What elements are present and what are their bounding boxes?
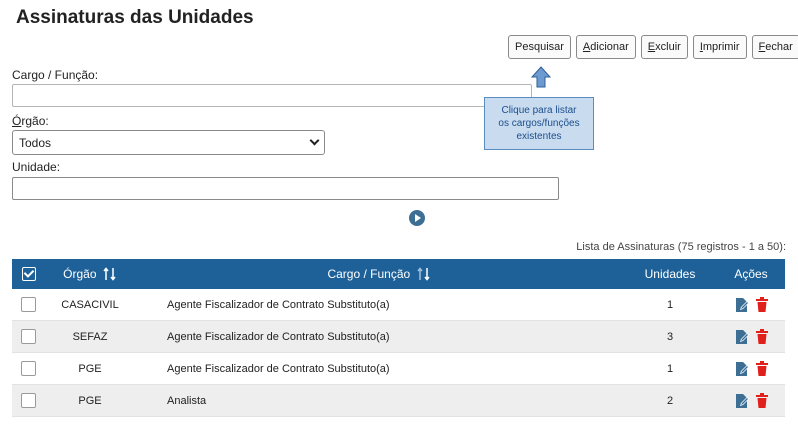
header-orgao[interactable]: Órgão (45, 267, 135, 282)
orgao-select-value: Todos (19, 135, 52, 150)
cargo-label: Cargo / Função: (12, 68, 99, 82)
table-row: PGE Analista 2 (12, 385, 785, 417)
orgao-label: Órgão: (12, 114, 49, 128)
arrow-up-icon (531, 66, 551, 88)
table-row: SEFAZ Agente Fiscalizador de Contrato Su… (12, 321, 785, 353)
orgao-select[interactable]: Todos (12, 130, 325, 155)
play-icon (415, 214, 421, 222)
pesquisar-button[interactable]: Pesquisar (508, 35, 571, 59)
adicionar-button[interactable]: Adicionar (575, 35, 636, 59)
signatures-table: Órgão Cargo / Função Unidades Ações CASA… (12, 259, 785, 417)
toolbar: Pesquisar Adicionar Excluir Imprimir Fec… (508, 35, 798, 59)
tooltip: Clique para listar os cargos/funções exi… (484, 97, 594, 150)
table-row: PGE Agente Fiscalizador de Contrato Subs… (12, 353, 785, 385)
row-orgao: PGE (78, 394, 102, 407)
header-acoes: Ações (734, 267, 768, 281)
edit-icon[interactable] (735, 361, 749, 377)
trash-icon[interactable] (755, 360, 768, 376)
imprimir-button[interactable]: Imprimir (692, 35, 747, 59)
row-checkbox[interactable] (21, 393, 36, 408)
trash-icon[interactable] (755, 296, 768, 312)
row-cargo: Agente Fiscalizador de Contrato Substitu… (167, 330, 390, 343)
cargo-input[interactable] (12, 84, 532, 107)
row-cargo: Agente Fiscalizador de Contrato Substitu… (167, 298, 390, 311)
edit-icon[interactable] (735, 297, 749, 313)
fechar-button[interactable]: Fechar (751, 35, 798, 59)
play-button[interactable] (409, 210, 425, 226)
row-cargo: Agente Fiscalizador de Contrato Substitu… (167, 362, 390, 375)
header-unidades: Unidades (644, 267, 696, 281)
row-orgao: SEFAZ (72, 330, 108, 343)
edit-icon[interactable] (735, 393, 749, 409)
row-checkbox[interactable] (21, 329, 36, 344)
excluir-button[interactable]: Excluir (640, 35, 688, 59)
table-header: Órgão Cargo / Função Unidades Ações (12, 259, 785, 289)
row-unidades: 1 (666, 362, 674, 375)
select-all-checkbox[interactable] (21, 267, 36, 281)
header-cargo[interactable]: Cargo / Função (135, 267, 623, 282)
row-checkbox[interactable] (21, 361, 36, 376)
row-checkbox[interactable] (21, 297, 36, 312)
row-cargo: Analista (167, 394, 207, 407)
row-unidades: 2 (666, 394, 674, 407)
table-row: CASACIVIL Agente Fiscalizador de Contrat… (12, 289, 785, 321)
records-summary: Lista de Assinaturas (75 registros - 1 a… (576, 241, 786, 253)
unidade-input[interactable] (12, 177, 559, 200)
trash-icon[interactable] (755, 328, 768, 344)
sort-arrows-icon[interactable] (416, 267, 431, 282)
chevron-down-icon (309, 135, 320, 146)
row-unidades: 1 (666, 298, 674, 311)
sort-arrows-icon[interactable] (103, 267, 117, 282)
row-orgao: CASACIVIL (61, 298, 119, 311)
row-orgao: PGE (78, 362, 102, 375)
page-title: Assinaturas das Unidades (16, 7, 254, 28)
unidade-label: Unidade: (12, 160, 61, 174)
trash-icon[interactable] (755, 392, 768, 408)
edit-icon[interactable] (735, 329, 749, 345)
row-unidades: 3 (666, 330, 674, 343)
